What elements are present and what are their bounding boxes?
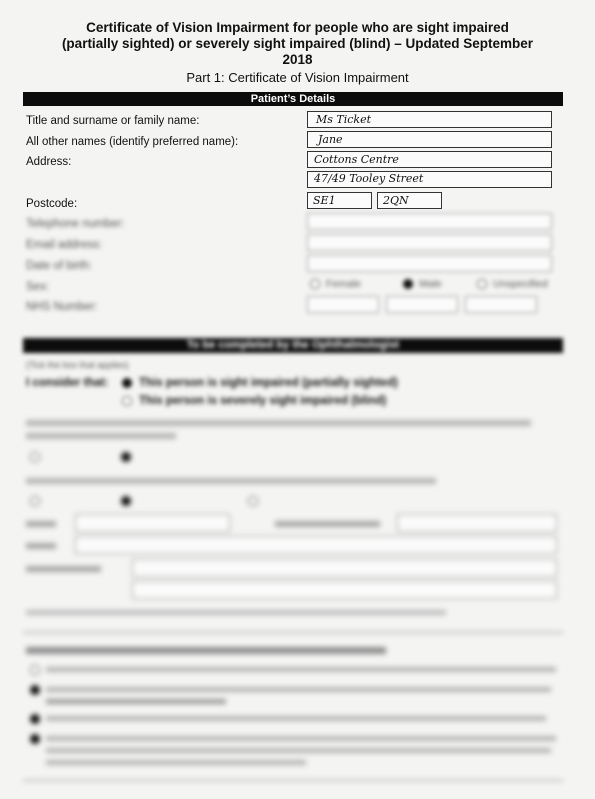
- sex-male-radio[interactable]: [403, 279, 413, 289]
- sex-male-label: Male: [419, 278, 442, 290]
- ophthalmologist-header: To be completed by the Ophthalmologist: [23, 338, 563, 353]
- other-names-value: Jane: [318, 133, 343, 146]
- address-line2-value: 47/49 Tooley Street: [314, 172, 424, 185]
- blurred-text-line: [26, 610, 446, 615]
- dob-label: Date of birth:: [26, 260, 92, 272]
- title-surname-label: Title and surname or family name:: [26, 115, 200, 127]
- blurred-field[interactable]: [132, 581, 557, 599]
- other-names-label: All other names (identify preferred name…: [26, 136, 239, 148]
- consider-label: I consider that:: [26, 377, 109, 389]
- certificate-page: Certificate of Vision Impairment for peo…: [0, 0, 595, 799]
- nhs-number-part1[interactable]: [307, 296, 379, 313]
- address-line1-value: Cottons Centre: [314, 153, 399, 166]
- blurred-text-line: [26, 420, 531, 426]
- blurred-label: [26, 566, 101, 572]
- address-label: Address:: [26, 156, 72, 168]
- blurred-label: [26, 543, 56, 549]
- telephone-label: Telephone number:: [26, 218, 125, 230]
- sex-label: Sex:: [26, 281, 50, 293]
- blurred-radio[interactable]: [30, 685, 40, 695]
- part-heading: Part 1: Certificate of Vision Impairment: [186, 70, 409, 85]
- blurred-radio[interactable]: [30, 734, 40, 744]
- blurred-field[interactable]: [397, 514, 557, 532]
- blurred-text-line: [46, 716, 546, 721]
- divider: [23, 780, 563, 781]
- telephone-field[interactable]: [307, 213, 552, 230]
- postcode-part2-value: 2QN: [383, 194, 409, 207]
- severely-impaired-radio[interactable]: [122, 396, 132, 406]
- title-surname-value: Ms Ticket: [316, 113, 372, 126]
- blurred-text-line: [26, 433, 176, 439]
- sight-impaired-option: This person is sight impaired (partially…: [139, 377, 398, 389]
- sex-unspecified-radio[interactable]: [477, 279, 487, 289]
- blurred-label: [275, 521, 380, 527]
- blurred-text-line: [46, 699, 226, 704]
- sex-unspecified-label: Unspecified: [493, 278, 548, 290]
- email-label: Email address:: [26, 239, 103, 251]
- blurred-radio[interactable]: [30, 714, 40, 724]
- blurred-radio[interactable]: [30, 496, 40, 506]
- nhs-number-part2[interactable]: [386, 296, 458, 313]
- dob-field[interactable]: [307, 255, 552, 272]
- nhs-number-label: NHS Number:: [26, 301, 98, 313]
- blurred-text-line: [46, 736, 556, 741]
- blurred-radio[interactable]: [121, 452, 131, 462]
- divider: [23, 632, 563, 633]
- blurred-text-line: [46, 748, 551, 753]
- blurred-radio[interactable]: [30, 665, 40, 675]
- other-names-field[interactable]: [307, 131, 552, 148]
- blurred-text-line: [46, 667, 556, 672]
- email-field[interactable]: [307, 234, 552, 251]
- postcode-part1-value: SE1: [313, 194, 336, 207]
- blurred-text-line: [46, 687, 551, 692]
- patient-details-header: Patient’s Details: [23, 92, 563, 106]
- sight-impaired-radio[interactable]: [122, 378, 132, 388]
- blurred-radio[interactable]: [248, 496, 258, 506]
- blurred-radio[interactable]: [121, 496, 131, 506]
- blurred-field[interactable]: [75, 536, 557, 554]
- severely-impaired-option: This person is severely sight impaired (…: [139, 395, 387, 407]
- sex-female-radio[interactable]: [310, 279, 320, 289]
- postcode-label: Postcode:: [26, 198, 78, 210]
- blurred-label: [26, 521, 56, 527]
- sex-female-label: Female: [326, 278, 362, 290]
- blurred-text-line: [46, 760, 306, 765]
- blurred-text-line: [26, 478, 436, 484]
- blurred-radio[interactable]: [30, 452, 40, 462]
- blurred-field[interactable]: [75, 514, 230, 532]
- nhs-number-part3[interactable]: [465, 296, 537, 313]
- document-title: Certificate of Vision Impairment for peo…: [61, 20, 534, 67]
- blurred-heading: [26, 647, 386, 654]
- tick-note: (Tick the box that applies): [26, 360, 129, 370]
- blurred-field[interactable]: [132, 559, 557, 577]
